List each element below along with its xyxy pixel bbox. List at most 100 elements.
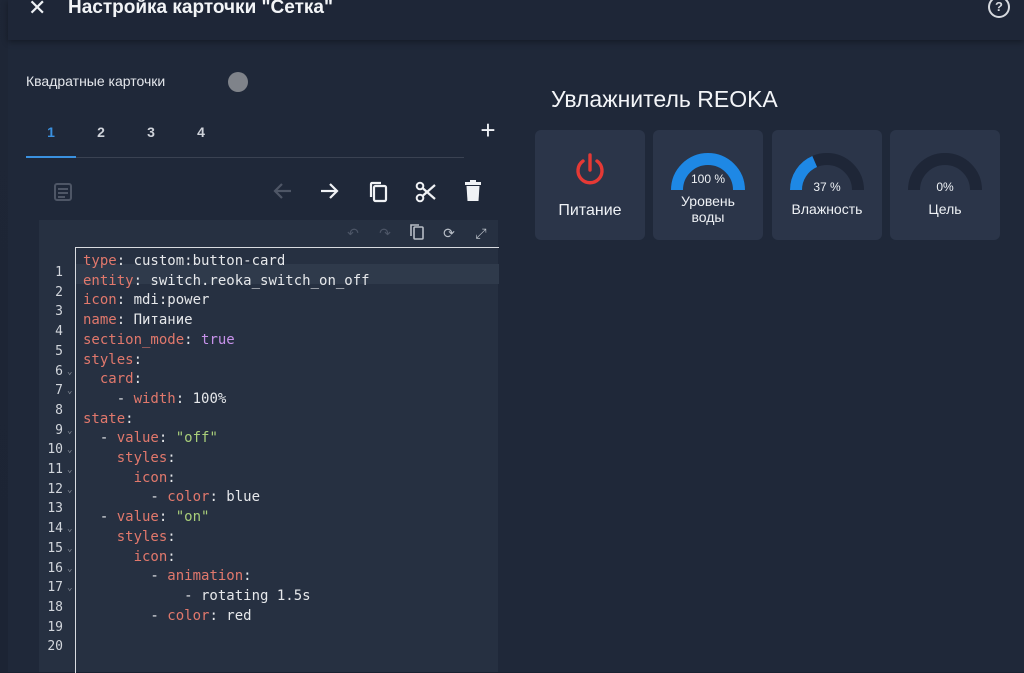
refresh-icon[interactable]: ⟳: [439, 223, 459, 243]
tab-1[interactable]: 1: [26, 112, 76, 158]
humidity-gauge-card[interactable]: 37 % Влажность: [772, 130, 882, 240]
copy-card-button[interactable]: [363, 180, 393, 210]
editor-toolbar: ↶ ↷ ⟳ ⤢: [39, 220, 498, 247]
line-number-text: 6: [55, 363, 63, 379]
line-number: 5: [39, 341, 75, 361]
line-number-gutter: 1 2 3 4 5 6 ⌄ 7 ⌄ 8 9 ⌄ 10 ⌄ 11 ⌄ 12 ⌄ 13 14 ⌄ 15 ⌄ 16 ⌄ 17 ⌄ 18 19 2…: [39, 247, 75, 672]
line-number-text: 12: [47, 481, 63, 497]
line-number: 4: [39, 321, 75, 341]
water-level-value: 100 %: [690, 172, 726, 186]
tab-4[interactable]: 4: [176, 112, 226, 156]
code-token: -: [83, 509, 117, 526]
tab-2[interactable]: 2: [76, 112, 126, 156]
fold-chevron-icon[interactable]: ⌄: [67, 485, 72, 495]
code-line: type: custom:button-card: [83, 252, 285, 272]
line-number: 17 ⌄: [39, 577, 75, 597]
dialog-title: Настройка карточки "Сетка": [68, 0, 333, 18]
code-token: :: [167, 450, 176, 466]
square-cards-toggle[interactable]: [228, 72, 250, 92]
code-token: :: [158, 509, 176, 526]
code-token: color: [167, 489, 210, 506]
fold-chevron-icon[interactable]: ⌄: [67, 583, 72, 593]
line-number-text: 16: [47, 560, 63, 576]
line-number: 14 ⌄: [39, 518, 75, 538]
line-number-text: 13: [47, 501, 63, 517]
code-token: -: [83, 568, 168, 585]
fold-chevron-icon[interactable]: ⌄: [67, 544, 72, 554]
code-token: true: [201, 331, 235, 348]
code-token: : red: [209, 607, 252, 624]
code-token: :: [133, 351, 143, 368]
fold-chevron-icon[interactable]: ⌄: [67, 564, 72, 574]
power-card-label: Питание: [558, 202, 622, 219]
card-config-dialog: ✕ Настройка карточки "Сетка" ? Квадратны…: [8, 0, 1024, 673]
line-number: 2: [39, 282, 75, 302]
line-number: 19: [39, 617, 75, 637]
line-number-text: 1: [55, 265, 63, 280]
delete-card-button[interactable]: [458, 180, 488, 210]
line-number: 15 ⌄: [39, 538, 75, 558]
code-token: type: [83, 253, 117, 269]
line-number-text: 10: [47, 442, 63, 458]
line-number: 12 ⌄: [39, 479, 75, 499]
list-editor-icon[interactable]: [48, 180, 78, 210]
fold-chevron-icon[interactable]: ⌄: [67, 426, 72, 436]
code-line: - color: blue: [83, 488, 260, 508]
code-line: name: Питание: [83, 311, 193, 331]
help-icon[interactable]: ?: [988, 0, 1010, 18]
code-line: - value: "on": [83, 508, 210, 528]
code-line: - color: red: [83, 607, 252, 627]
line-number: 20: [39, 636, 75, 656]
line-number-text: 17: [47, 580, 63, 596]
target-label: Цель: [928, 201, 962, 217]
code-line: section_mode: true: [83, 331, 235, 351]
code-line: styles:: [83, 449, 176, 469]
code-line: icon:: [83, 469, 176, 489]
fold-chevron-icon[interactable]: ⌄: [67, 367, 72, 377]
code-token: value: [116, 509, 159, 526]
code-token: styles: [83, 450, 168, 466]
fold-chevron-icon[interactable]: ⌄: [67, 524, 72, 534]
water-level-label-line-1: Уровень: [681, 193, 735, 209]
power-icon: [576, 153, 604, 185]
line-number: 1: [39, 262, 75, 282]
power-button-card[interactable]: Питание: [535, 130, 645, 240]
close-icon[interactable]: ✕: [28, 0, 52, 19]
target-gauge-card[interactable]: 0% Цель: [890, 130, 1000, 240]
code-token: section_mode: [83, 331, 185, 348]
cut-card-button[interactable]: [411, 180, 441, 210]
yaml-code-editor[interactable]: ↶ ↷ ⟳ ⤢ 1 2 3 4 5 6 ⌄ 7 ⌄ 8 9 ⌄ 10 ⌄ 11 ⌄ 12 ⌄ 13 14 ⌄ 15 ⌄ 16 ⌄…: [39, 220, 499, 673]
code-token: : Питание: [116, 312, 193, 329]
code-line: entity: switch.reoka_switch_on_off: [83, 272, 370, 292]
fold-chevron-icon[interactable]: ⌄: [67, 465, 72, 475]
code-token: -: [83, 390, 134, 407]
humidity-label: Влажность: [791, 201, 863, 217]
line-number: 9 ⌄: [39, 420, 75, 440]
code-token: : 100%: [175, 390, 227, 407]
tab-3[interactable]: 3: [126, 112, 176, 156]
add-tab-button[interactable]: +: [476, 117, 500, 143]
fold-chevron-icon[interactable]: ⌄: [67, 386, 72, 396]
card-tabs: 1 2 3 4: [26, 112, 464, 158]
copy-icon[interactable]: [407, 223, 427, 243]
undo-icon[interactable]: ↶: [343, 223, 363, 243]
water-level-gauge-card[interactable]: 100 % Уровень воды: [653, 130, 763, 240]
line-number: 10 ⌄: [39, 439, 75, 459]
line-number: 18: [39, 597, 75, 617]
code-token: :: [184, 331, 202, 348]
move-left-button[interactable]: [268, 180, 298, 210]
code-token: : custom:button-card: [116, 253, 286, 269]
code-token: icon: [83, 548, 168, 565]
fullscreen-icon[interactable]: ⤢: [471, 223, 491, 243]
code-token: "on": [175, 509, 210, 526]
code-token: :: [133, 371, 143, 388]
line-number: 16 ⌄: [39, 558, 75, 578]
redo-icon[interactable]: ↷: [375, 223, 395, 243]
code-token: icon: [83, 469, 168, 486]
fold-chevron-icon[interactable]: ⌄: [67, 445, 72, 455]
code-content[interactable]: type: custom:button-card entity: switch.r…: [75, 247, 499, 673]
move-right-button[interactable]: [314, 180, 344, 210]
dialog-header: ✕ Настройка карточки "Сетка" ?: [8, 0, 1024, 40]
line-number-text: 15: [47, 540, 63, 556]
line-number-text: 2: [55, 284, 63, 300]
